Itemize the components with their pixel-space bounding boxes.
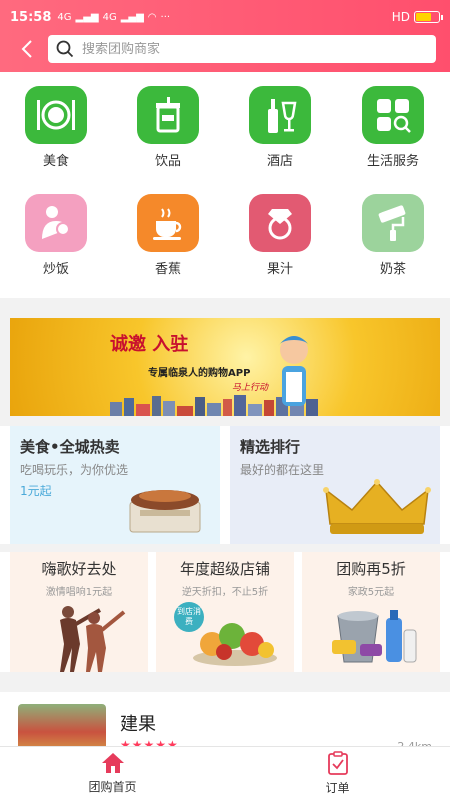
cartoon-woman-illustration: [278, 336, 310, 406]
search-input[interactable]: [82, 41, 428, 57]
signal-bars-icon-2: ▂▄▆: [120, 11, 144, 23]
promo-title: 团购再5折: [336, 560, 406, 578]
shop-thumbnail: [18, 704, 106, 750]
category-naicha[interactable]: 奶茶: [343, 194, 443, 277]
gold-crown-icon: [323, 479, 431, 534]
top-header: 15:58 4G ▂▄▆ 4G ▂▄▆ ◠ ··· HD: [0, 0, 450, 72]
battery-icon: [414, 11, 443, 23]
more-dots: ···: [160, 11, 171, 23]
category-label: 饮品: [154, 154, 181, 169]
category-yinpin[interactable]: 饮品: [118, 86, 218, 169]
promo-title: 年度超级店铺: [179, 560, 270, 578]
signal-bars-icon: ▂▄▆: [75, 11, 99, 23]
category-meishi[interactable]: 美食: [6, 86, 106, 169]
category-label: 香蕉: [154, 262, 181, 277]
chevron-left-icon: [21, 40, 32, 58]
category-grid: 美食 饮品 酒店 生活服务 炒饭 香蕉 果汁 奶茶: [0, 72, 450, 298]
banner-subtitle: 专属临泉人的购物APP: [148, 368, 251, 379]
search-box[interactable]: [48, 35, 436, 63]
home-icon: [101, 753, 124, 773]
tab-orders[interactable]: 订单: [225, 747, 450, 800]
cleaning-supplies-illustration: [332, 610, 417, 663]
category-shenghuo[interactable]: 生活服务: [343, 86, 443, 169]
hd-label: HD: [391, 10, 410, 24]
signal-2: 4G: [102, 11, 117, 23]
category-label: 炒饭: [42, 262, 69, 277]
category-label: 奶茶: [379, 262, 406, 277]
promo-subtitle: 激情唱响1元起: [45, 587, 113, 598]
back-button[interactable]: [14, 36, 40, 62]
promo-ranking[interactable]: 精选排行 最好的都在这里: [230, 426, 440, 544]
shop-name: 建果: [120, 714, 156, 735]
category-label: 美食: [42, 154, 69, 169]
status-time: 15:58: [10, 9, 52, 25]
plate-cutlery-icon: [25, 86, 87, 144]
search-icon: [56, 40, 74, 58]
promo-title: 嗨歌好去处: [41, 560, 117, 578]
wine-bottle-icon: [249, 86, 311, 144]
paint-roller-icon: [362, 194, 424, 252]
promo-title: 美食•全城热卖: [20, 438, 120, 456]
promo-discount[interactable]: 团购再5折 家政5元起: [302, 552, 440, 672]
tab-label: 订单: [325, 781, 350, 795]
mother-baby-icon: [25, 194, 87, 252]
signal-1: 4G: [57, 11, 72, 23]
bottom-tab-bar: 团购首页 订单: [0, 746, 450, 800]
promo-subtitle: 逆天折扣，不止5折: [181, 587, 269, 598]
grid-search-icon: [362, 86, 424, 144]
promo-title: 精选排行: [240, 438, 301, 456]
category-jiudian[interactable]: 酒店: [230, 86, 330, 169]
promo-banner[interactable]: 诚邀 入驻 专属临泉人的购物APP 马上行动: [10, 318, 440, 416]
wifi-icon: ◠: [147, 11, 157, 23]
promo-subtitle: 家政5元起: [347, 587, 395, 598]
promo-two-column: 美食•全城热卖 吃喝玩乐，为你优选 1元起 精选排行 最好的都在这里: [0, 426, 450, 544]
promo-subtitle: 吃喝玩乐，为你优选: [20, 463, 129, 477]
promo-three-column: 嗨歌好去处 激情唱响1元起 年度超级店铺 逆天折扣，不止5折 到店消费 团购再5…: [0, 552, 450, 672]
coffee-cup-icon: [137, 194, 199, 252]
category-xiangjiao[interactable]: 香蕉: [118, 194, 218, 277]
cup-icon: [137, 86, 199, 144]
status-bar: 15:58 4G ▂▄▆ 4G ▂▄▆ ◠ ··· HD: [0, 0, 450, 34]
category-chaofan[interactable]: 炒饭: [6, 194, 106, 277]
promo-ktv[interactable]: 嗨歌好去处 激情唱响1元起: [10, 552, 148, 672]
promo-super-store[interactable]: 年度超级店铺 逆天折扣，不止5折 到店消费: [156, 552, 294, 672]
category-label: 果汁: [266, 262, 293, 277]
diamond-ring-icon: [249, 194, 311, 252]
category-guozhi[interactable]: 果汁: [230, 194, 330, 277]
tab-label: 团购首页: [88, 780, 137, 794]
banner-slogan: 马上行动: [232, 383, 269, 393]
dancers-illustration: [60, 606, 126, 672]
promo-food-hot[interactable]: 美食•全城热卖 吃喝玩乐，为你优选 1元起: [10, 426, 220, 544]
banner-title: 诚邀 入驻: [110, 334, 189, 355]
bbq-grill-illustration: [129, 490, 201, 533]
shop-list-item[interactable]: 建果 ★★★★★ 2.4km: [0, 692, 450, 750]
order-clipboard-icon: [327, 751, 348, 775]
category-label: 酒店: [266, 154, 293, 169]
tab-home[interactable]: 团购首页: [0, 747, 225, 800]
category-label: 生活服务: [366, 154, 419, 169]
fruit-plate-illustration: [193, 623, 277, 666]
